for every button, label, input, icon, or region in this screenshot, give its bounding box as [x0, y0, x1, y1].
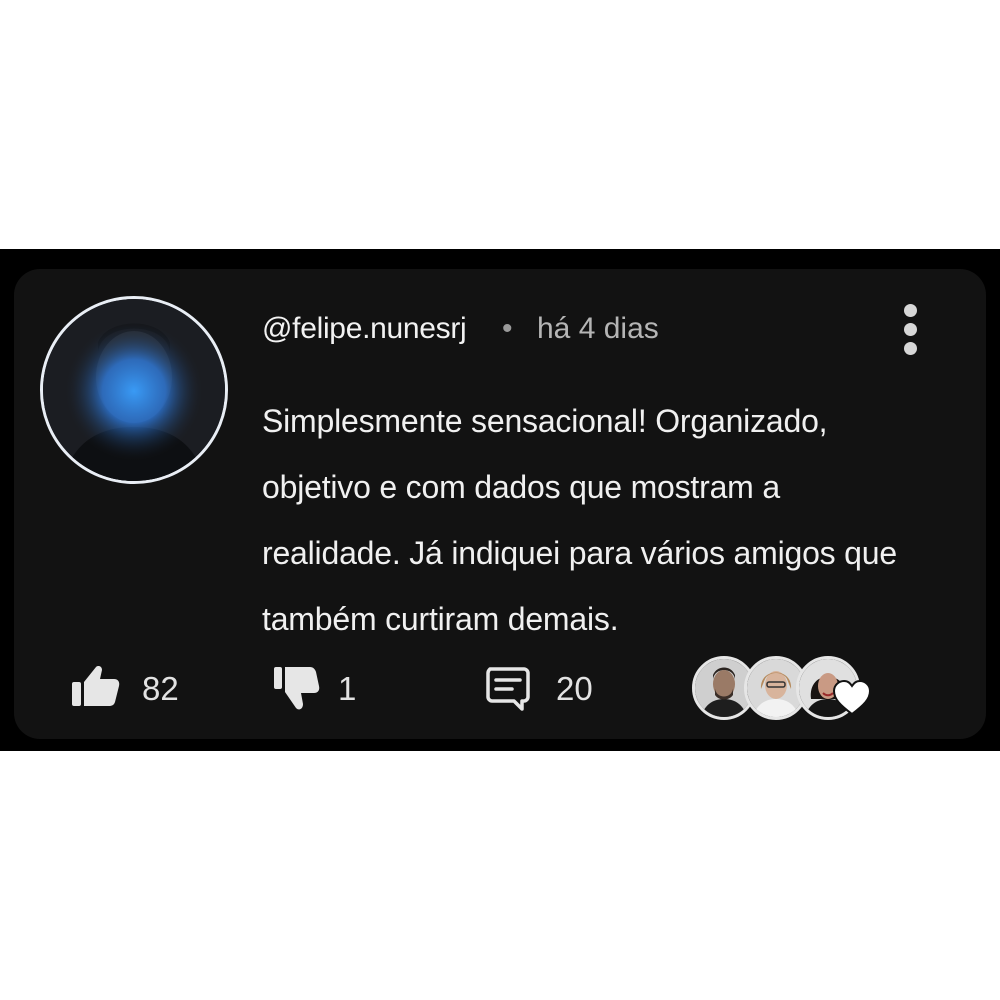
thumbs-down-icon — [274, 667, 320, 710]
avatar-image — [43, 299, 225, 481]
comment-icon — [486, 667, 530, 711]
more-vertical-icon — [904, 304, 917, 317]
user-avatar[interactable] — [40, 296, 228, 484]
like-button[interactable]: 82 — [70, 664, 200, 712]
more-vertical-icon-dot — [904, 342, 917, 355]
more-vertical-icon-dot — [904, 323, 917, 336]
more-options-button[interactable] — [896, 302, 926, 362]
reply-count: 20 — [556, 670, 593, 707]
reactor-avatars[interactable] — [692, 654, 882, 720]
comment-text: Simplesmente sensacional! Organizado, ob… — [262, 403, 897, 637]
reply-button[interactable]: 20 — [484, 664, 614, 712]
heart-icon — [832, 680, 872, 716]
like-count: 82 — [142, 670, 179, 707]
dislike-count: 1 — [338, 670, 357, 707]
username[interactable]: @felipe.nunesrj — [262, 312, 467, 346]
thumbs-up-icon — [72, 666, 120, 706]
dislike-button[interactable]: 1 — [272, 664, 372, 712]
timestamp: há 4 dias — [537, 312, 659, 345]
separator-dot: • — [502, 312, 513, 345]
